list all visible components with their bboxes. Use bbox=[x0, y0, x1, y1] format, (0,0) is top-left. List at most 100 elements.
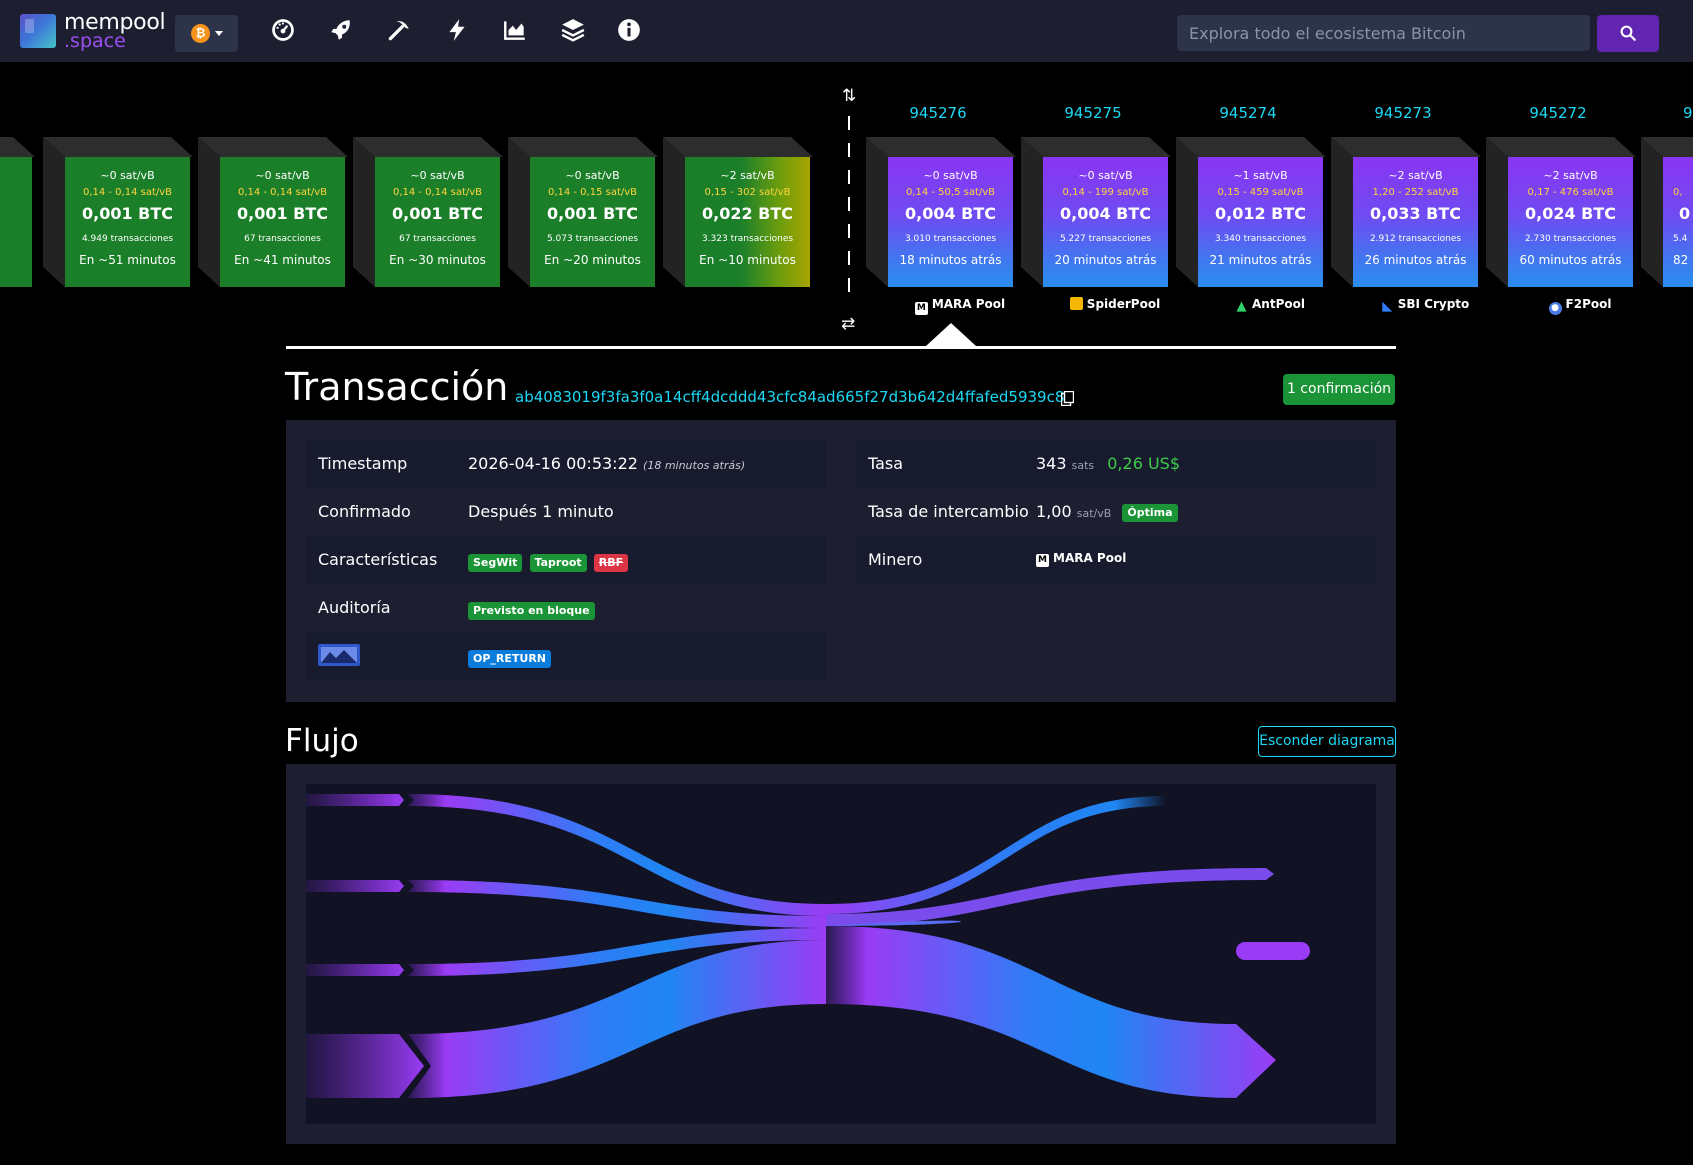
selected-block-pointer bbox=[926, 323, 976, 346]
block-tx-count: 5.4 bbox=[1673, 234, 1688, 244]
mempool-block[interactable]: ~0 sat/vB 0,14 - 0,14 sat/vB 0,001 BTC 6… bbox=[198, 137, 348, 287]
block-median-fee: ~0 sat/vB bbox=[565, 169, 620, 182]
lightning-icon[interactable] bbox=[444, 17, 470, 43]
pool-link[interactable]: ● F2Pool bbox=[1505, 297, 1655, 315]
dashboard-icon[interactable] bbox=[270, 17, 296, 43]
mempool-logo[interactable]: mempool .space bbox=[20, 10, 170, 52]
mempool-block[interactable]: ~0 sat/vB 0,14 - 0,15 sat/vB 0,001 BTC 5… bbox=[508, 137, 658, 287]
fee-row: Tasa 343 sats 0,26 US$ bbox=[856, 440, 1376, 488]
block-median-fee: ~0 sat/vB bbox=[1078, 169, 1133, 182]
mempool-block-next[interactable]: ~2 sat/vB 0,15 - 302 sat/vB 0,022 BTC 3.… bbox=[663, 137, 813, 287]
block-total: 0,004 BTC bbox=[1059, 204, 1152, 223]
audit-badge: Previsto en bloque bbox=[468, 602, 595, 620]
mined-block[interactable]: ~2 sat/vB 1,20 - 252 sat/vB 0,033 BTC 2.… bbox=[1331, 137, 1481, 287]
miner-name: MARA Pool bbox=[1053, 551, 1127, 565]
op-return-preview-icon[interactable] bbox=[318, 644, 360, 670]
taproot-tag[interactable]: Taproot bbox=[529, 554, 587, 572]
block-eta: En ~20 minutos bbox=[544, 253, 641, 267]
block-total: 0,012 BTC bbox=[1214, 204, 1307, 223]
network-selector-button[interactable]: ₿ bbox=[175, 15, 238, 52]
block-tx-count: 2.912 transacciones bbox=[1369, 234, 1462, 244]
block-median-fee: ~2 sat/vB bbox=[720, 169, 775, 182]
mempool-block[interactable]: ~0 sat/vB 0,14 - 0,14 sat/vB 0,001 BTC 6… bbox=[353, 137, 503, 287]
pool-link[interactable]: ◣ SBI Crypto bbox=[1350, 297, 1500, 313]
block-tx-count: 67 transacciones bbox=[244, 234, 321, 244]
transaction-hash-link[interactable]: ab4083019f3fa3f0a14cff4dcddd43cfc84ad665… bbox=[515, 388, 1074, 406]
logo-mark-icon bbox=[20, 14, 56, 48]
hide-diagram-button[interactable]: Esconder diagrama bbox=[1258, 726, 1396, 757]
block-median-fee: ~0 sat/vB bbox=[410, 169, 465, 182]
optimal-badge: Óptima bbox=[1122, 504, 1178, 522]
f2pool-icon: ● bbox=[1548, 302, 1562, 315]
flow-diagram-panel bbox=[286, 764, 1396, 1144]
block-age: 18 minutos atrás bbox=[899, 253, 1002, 267]
op-return-row: OP_RETURN bbox=[306, 632, 826, 680]
block-height-link[interactable]: 9 bbox=[1638, 104, 1693, 122]
block-fee-range: 0, bbox=[1673, 187, 1683, 198]
block-tx-count: 67 transacciones bbox=[399, 234, 476, 244]
mempool-block[interactable]: ~0 sat/vB 0,14 - 0,14 sat/vB 0,001 BTC 4… bbox=[43, 137, 193, 287]
block-height-link[interactable]: 945276 bbox=[863, 104, 1013, 122]
mining-icon[interactable] bbox=[386, 17, 412, 43]
mined-block[interactable]: ~0 sat/vB 0,14 - 199 sat/vB 0,004 BTC 5.… bbox=[1021, 137, 1171, 287]
features-row: Características SegWit Taproot RBF bbox=[306, 536, 826, 584]
pool-link[interactable]: SpiderPool bbox=[1040, 297, 1190, 311]
block-tx-count: 3.010 transacciones bbox=[904, 234, 997, 244]
mempool-block-partial[interactable]: vB C nes tos bbox=[0, 137, 35, 287]
rbf-tag[interactable]: RBF bbox=[593, 554, 629, 572]
page-title: Transacción bbox=[285, 365, 509, 409]
block-tx-count: 2.730 transacciones bbox=[1524, 234, 1617, 244]
antpool-icon: ▲ bbox=[1236, 299, 1247, 314]
copy-icon[interactable] bbox=[1060, 390, 1075, 407]
info-icon[interactable] bbox=[616, 17, 642, 43]
mined-block-partial[interactable]: 0, 0 5.4 82 bbox=[1641, 137, 1693, 287]
block-fee-range: 0,14 - 0,15 sat/vB bbox=[547, 187, 638, 198]
chevron-down-icon bbox=[215, 31, 223, 36]
fee-label: Tasa bbox=[868, 454, 904, 473]
timestamp-ago: (18 minutos atrás) bbox=[643, 459, 746, 472]
block-total: 0 bbox=[1679, 204, 1691, 223]
pool-name: MARA Pool bbox=[931, 297, 1006, 311]
search-input[interactable] bbox=[1177, 15, 1590, 51]
block-age: 20 minutos atrás bbox=[1054, 253, 1157, 267]
block-height-link[interactable]: 945275 bbox=[1018, 104, 1168, 122]
rocket-icon[interactable] bbox=[328, 17, 354, 43]
block-total: 0,004 BTC bbox=[904, 204, 997, 223]
swap-vertical-icon[interactable]: ⇅ bbox=[842, 86, 856, 106]
block-height-link[interactable]: 945272 bbox=[1483, 104, 1633, 122]
pool-name: F2Pool bbox=[1565, 297, 1612, 311]
segwit-tag[interactable]: SegWit bbox=[468, 554, 523, 572]
block-total: 0,024 BTC bbox=[1524, 204, 1617, 223]
fee-rate-label: Tasa de intercambio bbox=[868, 502, 1029, 521]
block-height-link[interactable]: 945274 bbox=[1173, 104, 1323, 122]
block-eta: En ~41 minutos bbox=[234, 253, 331, 267]
spiderpool-icon bbox=[1069, 297, 1083, 310]
timestamp-label: Timestamp bbox=[318, 454, 408, 473]
miner-label: Minero bbox=[868, 550, 923, 569]
search-button[interactable] bbox=[1597, 15, 1659, 52]
block-fee-range: 0,17 - 476 sat/vB bbox=[1527, 187, 1614, 198]
pool-link[interactable]: M MARA Pool bbox=[885, 297, 1035, 315]
chart-icon[interactable] bbox=[502, 17, 528, 43]
block-total: 0,022 BTC bbox=[701, 204, 794, 223]
block-fee-range: 0,15 - 302 sat/vB bbox=[704, 187, 791, 198]
layers-icon[interactable] bbox=[560, 17, 586, 43]
block-eta: En ~30 minutos bbox=[389, 253, 486, 267]
miner-link[interactable]: M MARA Pool bbox=[1036, 551, 1126, 567]
block-total: 0,001 BTC bbox=[81, 204, 174, 223]
mined-block[interactable]: ~0 sat/vB 0,14 - 50,5 sat/vB 0,004 BTC 3… bbox=[866, 137, 1016, 287]
mined-block[interactable]: ~1 sat/vB 0,15 - 459 sat/vB 0,012 BTC 3.… bbox=[1176, 137, 1326, 287]
swap-horizontal-icon[interactable]: ⇄ bbox=[841, 314, 855, 332]
audit-label: Auditoría bbox=[318, 598, 391, 617]
features-label: Características bbox=[318, 550, 438, 569]
mined-block[interactable]: ~2 sat/vB 0,17 - 476 sat/vB 0,024 BTC 2.… bbox=[1486, 137, 1636, 287]
fee-sats: 343 bbox=[1036, 454, 1067, 473]
pool-name: SBI Crypto bbox=[1397, 297, 1470, 311]
flow-diagram[interactable] bbox=[306, 784, 1376, 1124]
block-height-link[interactable]: 945273 bbox=[1328, 104, 1478, 122]
pool-link[interactable]: ▲ AntPool bbox=[1195, 297, 1345, 313]
block-eta: En ~10 minutos bbox=[699, 253, 796, 267]
block-fee-range: vB bbox=[0, 187, 32, 198]
confirmed-row: Confirmado Después 1 minuto bbox=[306, 488, 826, 536]
block-median-fee: ~2 sat/vB bbox=[1388, 169, 1443, 182]
